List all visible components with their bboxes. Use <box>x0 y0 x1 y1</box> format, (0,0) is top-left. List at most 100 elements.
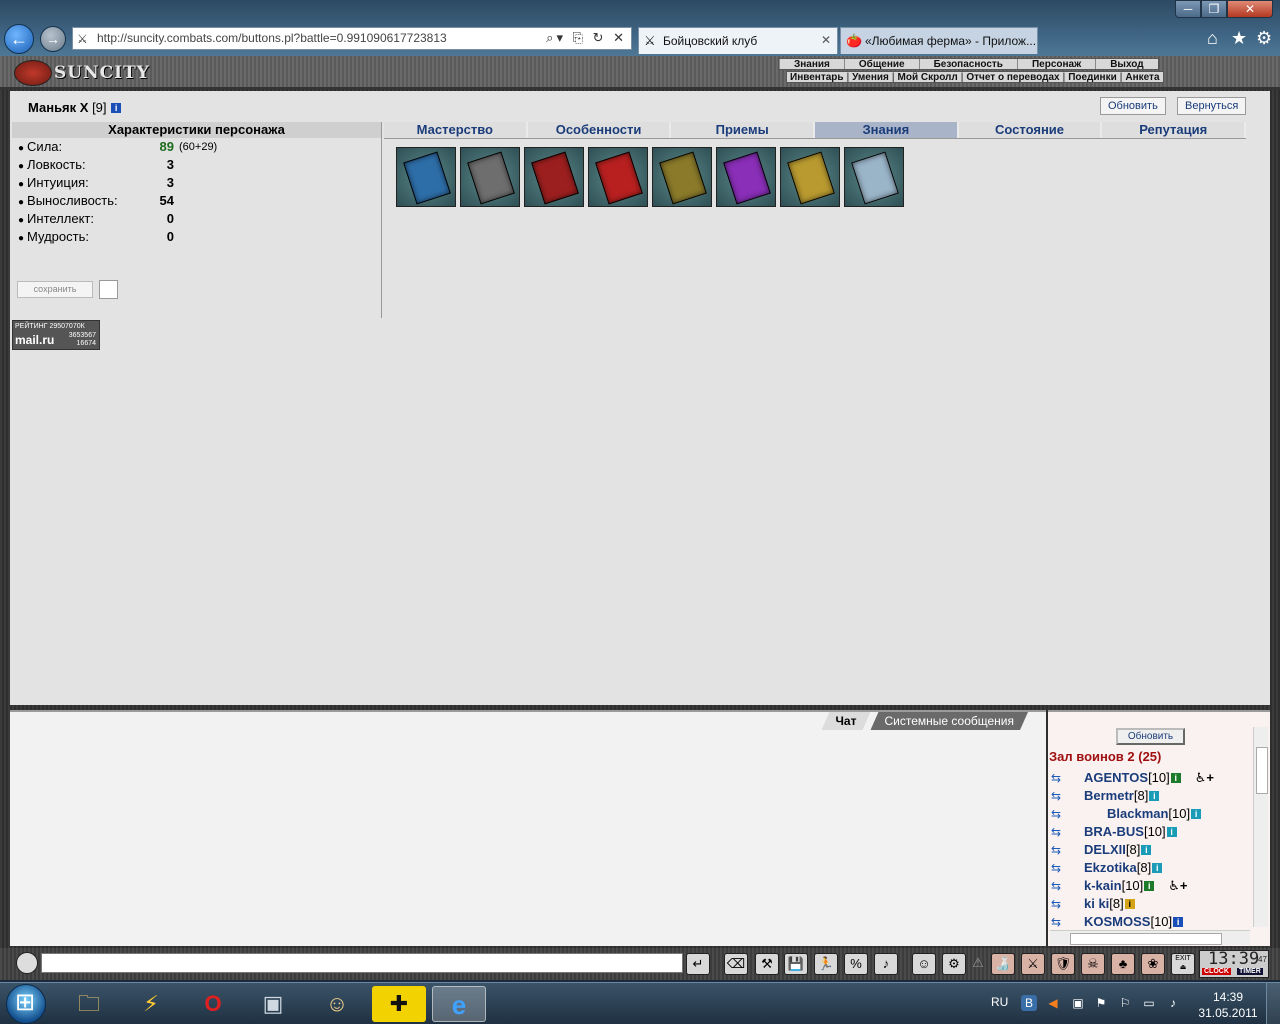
network-tray-icon[interactable]: ⚑ <box>1093 995 1109 1011</box>
chat-input[interactable] <box>41 953 683 973</box>
player-row[interactable]: ⇆ DELXII[8] i <box>1051 841 1251 859</box>
address-bar[interactable]: ⚔ http://suncity.combats.com/buttons.pl?… <box>72 27 632 50</box>
menu-exit[interactable]: Выход <box>1095 59 1157 70</box>
player-row[interactable]: ⇆ KOSMOSS[10] i <box>1051 913 1251 931</box>
vk-tray-icon[interactable]: B <box>1021 995 1037 1011</box>
info-icon[interactable]: i <box>1170 773 1181 783</box>
clear-chat-button[interactable]: ⌫ <box>724 953 748 975</box>
info-icon[interactable]: i <box>1191 809 1202 819</box>
submenu-inventory[interactable]: Инвентарь <box>787 72 847 83</box>
submenu-transfers[interactable]: Отчет о переводах <box>963 72 1062 83</box>
player-name[interactable]: Ekzotika <box>1084 860 1137 875</box>
tab-knowledge[interactable]: Знания <box>815 122 959 138</box>
knowledge-card[interactable] <box>588 147 648 207</box>
submenu-skills[interactable]: Умения <box>849 72 892 83</box>
speaker-tray-icon[interactable]: ♪ <box>1165 995 1181 1011</box>
browser-tab-combats[interactable]: ⚔ Бойцовский клуб ✕ <box>638 27 838 54</box>
character-name-text[interactable]: Маньяк X <box>28 100 88 115</box>
knowledge-card[interactable] <box>652 147 712 207</box>
return-button[interactable]: Вернуться <box>1177 97 1247 115</box>
info-icon[interactable]: i <box>1149 791 1160 801</box>
app-tray-icon[interactable]: ▣ <box>1070 995 1086 1011</box>
player-row[interactable]: ⇆ BRA-BUS[10] i <box>1051 823 1251 841</box>
browser-tab-farm[interactable]: 🍅 «Любимая ферма» - Прилож... <box>840 27 1038 54</box>
player-row[interactable]: ⇆ Blackman[10] i <box>1051 805 1251 823</box>
favorites-star-icon[interactable]: ★ <box>1231 28 1247 49</box>
move-button[interactable]: 🏃 <box>814 953 838 975</box>
explorer-taskbar-icon[interactable]: 🗀 <box>62 986 116 1022</box>
knowledge-card[interactable] <box>780 147 840 207</box>
player-row[interactable]: ⇆ AGENTOS[10] i ♿+ <box>1051 769 1251 787</box>
settings-gear-icon[interactable]: ⚙ <box>1256 28 1272 49</box>
sound-button[interactable]: ♪ <box>874 953 898 975</box>
volume-tray-icon[interactable]: ◀ <box>1045 995 1061 1011</box>
save-log-button[interactable]: 💾 <box>784 953 808 975</box>
back-button[interactable]: ← <box>4 24 34 54</box>
system-clock[interactable]: 14:39 31.05.2011 <box>1198 989 1258 1021</box>
player-row[interactable]: ⇆ Bermetr[8] i <box>1051 787 1251 805</box>
address-url[interactable]: http://suncity.combats.com/buttons.pl?ba… <box>97 31 447 45</box>
exit-button[interactable]: EXIT ⏏ <box>1171 953 1195 975</box>
save-checkbox[interactable] <box>99 280 118 299</box>
player-name[interactable]: KOSMOSS <box>1084 914 1150 929</box>
submenu-profile[interactable]: Анкета <box>1122 72 1162 83</box>
player-name[interactable]: AGENTOS <box>1084 770 1148 785</box>
filter-button[interactable]: ⚒ <box>755 953 779 975</box>
tab-state[interactable]: Состояние <box>958 122 1103 138</box>
player-name[interactable]: ki ki <box>1084 896 1109 911</box>
submenu-scroll[interactable]: Мой Скролл <box>895 72 961 83</box>
tab-features[interactable]: Особенности <box>527 122 672 138</box>
minimize-button[interactable]: ─ <box>1175 0 1201 18</box>
mailru-rating-counter[interactable]: РЕЙТИНГ 29507070К mail.ru 3653567 16674 <box>12 320 100 350</box>
menu-communication[interactable]: Общение <box>843 59 919 70</box>
action-button[interactable]: 🛡 <box>1051 953 1075 975</box>
player-name[interactable]: Blackman <box>1107 806 1168 821</box>
home-icon[interactable]: ⌂ <box>1207 28 1218 49</box>
monitor-taskbar-icon[interactable]: ▣ <box>246 986 300 1022</box>
menu-character[interactable]: Персонаж <box>1016 59 1095 70</box>
info-icon[interactable]: i <box>1173 917 1184 927</box>
info-icon[interactable]: i <box>1166 827 1177 837</box>
refresh-button[interactable]: Обновить <box>1100 97 1166 115</box>
player-row[interactable]: ⇆ Ekzotika[8] i <box>1051 859 1251 877</box>
action-button[interactable]: ☠ <box>1081 953 1105 975</box>
action-button[interactable]: ♣ <box>1111 953 1135 975</box>
online-refresh-button[interactable]: Обновить <box>1116 728 1185 745</box>
save-button[interactable]: сохранить <box>17 281 93 298</box>
player-name[interactable]: k-kain <box>1084 878 1122 893</box>
knowledge-card[interactable] <box>460 147 520 207</box>
tab-system-messages[interactable]: Системные сообщения <box>870 712 1028 730</box>
knowledge-card[interactable] <box>524 147 584 207</box>
player-name[interactable]: BRA-BUS <box>1084 824 1144 839</box>
action-button[interactable]: 🍶 <box>991 953 1015 975</box>
player-row[interactable]: ⇆ ki ki[8] i <box>1051 895 1251 913</box>
action-button[interactable]: ⚔ <box>1021 953 1045 975</box>
display-tray-icon[interactable]: ▭ <box>1141 995 1157 1011</box>
language-indicator[interactable]: RU <box>991 995 1008 1009</box>
clock-label[interactable]: CLOCK <box>1202 968 1231 975</box>
start-button[interactable] <box>6 984 46 1024</box>
tab-close-icon[interactable]: ✕ <box>821 33 831 47</box>
flag-tray-icon[interactable]: ⚐ <box>1117 995 1133 1011</box>
suncity-logo[interactable]: SUNCITY <box>14 60 149 86</box>
winamp-taskbar-icon[interactable]: ⚡ <box>124 986 178 1022</box>
info-icon[interactable]: i <box>1141 845 1152 855</box>
chat-mode-icon[interactable] <box>16 952 38 974</box>
ie-taskbar-icon[interactable]: e <box>432 986 486 1022</box>
tab-reputation[interactable]: Репутация <box>1102 122 1247 138</box>
maximize-button[interactable]: ❐ <box>1201 0 1227 18</box>
action-button[interactable]: ❀ <box>1141 953 1165 975</box>
smiley-button[interactable]: ☺ <box>912 953 936 975</box>
show-desktop-button[interactable] <box>1266 983 1280 1024</box>
plus-taskbar-icon[interactable]: ✚ <box>372 986 426 1022</box>
agent-taskbar-icon[interactable]: ☺ <box>310 986 364 1022</box>
knowledge-card[interactable] <box>396 147 456 207</box>
player-row[interactable]: ⇆ k-kain[10] i ♿+ <box>1051 877 1251 895</box>
info-icon[interactable]: i <box>1124 899 1135 909</box>
tab-chat[interactable]: Чат <box>822 712 871 730</box>
knowledge-card[interactable] <box>716 147 776 207</box>
menu-security[interactable]: Безопасность <box>918 59 1017 70</box>
knowledge-card[interactable] <box>844 147 904 207</box>
forward-button[interactable]: → <box>40 26 66 52</box>
address-actions-icon[interactable]: ⌕▾ ⎘ ↻ ✕ <box>546 30 627 46</box>
